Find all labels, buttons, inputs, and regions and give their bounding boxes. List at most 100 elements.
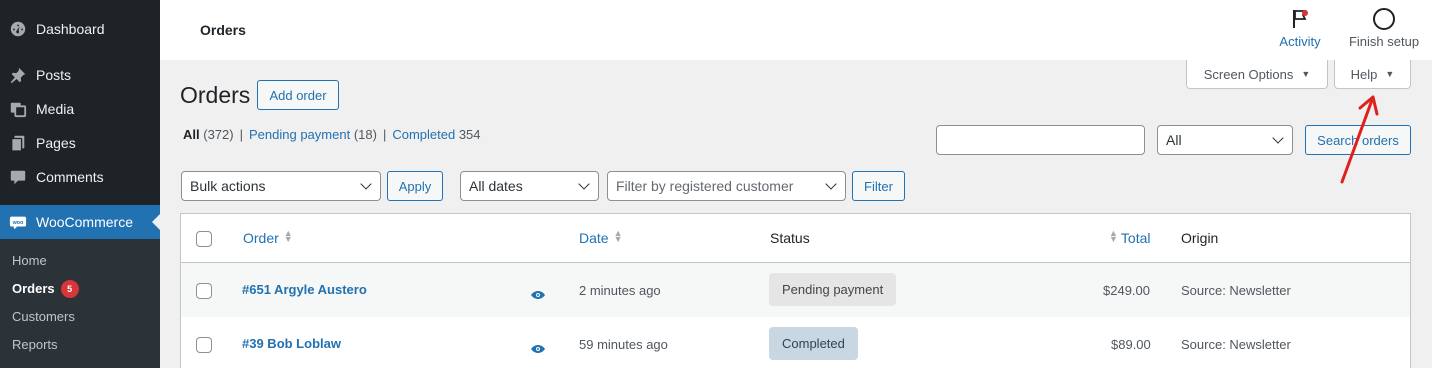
sidebar-item-label: Dashboard	[36, 21, 105, 37]
sidebar-item-woocommerce[interactable]: woo WooCommerce	[0, 205, 160, 239]
view-completed-label: Completed	[392, 127, 456, 142]
caret-down-icon: ▼	[1385, 69, 1395, 79]
activity-label: Activity	[1279, 34, 1321, 49]
date-filter-value: All dates	[469, 178, 523, 194]
notification-dot	[1302, 10, 1308, 16]
chevron-down-icon	[360, 178, 372, 190]
sort-icon: ▲ ▼	[613, 228, 623, 244]
column-origin: Origin	[1181, 230, 1219, 246]
bulk-actions-select[interactable]: Bulk actions	[181, 171, 381, 201]
media-icon	[8, 99, 28, 119]
eye-icon[interactable]	[531, 340, 545, 353]
submenu-item-home[interactable]: Home	[12, 253, 47, 268]
orders-table: Order ▲ ▼ Date ▲ ▼ Status ▲ ▼ Total Origin #65…	[180, 213, 1411, 368]
table-header: Order ▲ ▼ Date ▲ ▼ Status ▲ ▼ Total Origin	[181, 214, 1410, 263]
order-origin: Source: Newsletter	[1181, 337, 1291, 352]
status-badge: Pending payment	[769, 273, 897, 306]
view-completed-count: 354	[458, 127, 481, 142]
select-all-checkbox[interactable]	[196, 231, 212, 247]
row-checkbox[interactable]	[196, 337, 212, 353]
order-total: $89.00	[1111, 337, 1151, 352]
status-badge: Completed	[769, 327, 858, 360]
customer-filter-placeholder: Filter by registered customer	[616, 178, 794, 194]
current-menu-arrow	[152, 214, 160, 230]
filter-button[interactable]: Filter	[852, 171, 905, 201]
view-all-link[interactable]: All (372)	[183, 127, 234, 142]
column-date[interactable]: Date ▲ ▼	[579, 228, 623, 247]
caret-down-icon: ▼	[1301, 69, 1311, 79]
add-order-button[interactable]: Add order	[257, 80, 339, 110]
submenu-item-customers[interactable]: Customers	[12, 309, 75, 324]
comment-icon	[8, 167, 28, 187]
sidebar-item-media[interactable]: Media	[0, 92, 160, 126]
sidebar-item-label: Media	[36, 101, 75, 117]
view-pending-link[interactable]: Pending payment (18)	[249, 127, 377, 142]
order-date: 2 minutes ago	[579, 283, 661, 298]
order-total: $249.00	[1103, 283, 1150, 298]
search-scope-value: All	[1166, 132, 1182, 148]
svg-text:woo: woo	[12, 220, 24, 226]
view-pending-count: (18)	[353, 127, 377, 142]
activity-button[interactable]: Activity	[1270, 8, 1330, 49]
page-title: Orders	[180, 82, 251, 108]
woocommerce-header: Orders Activity Finish setup	[160, 0, 1432, 60]
help-label: Help	[1350, 66, 1378, 82]
sidebar-item-label: Posts	[36, 67, 72, 83]
annotation-arrow-icon	[1340, 95, 1379, 184]
header-title: Orders	[200, 22, 246, 38]
order-link[interactable]: #39 Bob Loblaw	[242, 336, 341, 351]
chevron-down-icon	[1272, 132, 1284, 144]
submenu-item-label: Orders	[12, 281, 55, 296]
view-completed-link[interactable]: Completed 354	[392, 127, 480, 142]
column-total[interactable]: ▲ ▼ Total	[1109, 228, 1151, 247]
table-row[interactable]: #39 Bob Loblaw 59 minutes ago Completed …	[181, 317, 1410, 368]
order-date: 59 minutes ago	[579, 337, 668, 352]
order-link[interactable]: #651 Argyle Austero	[242, 282, 367, 297]
row-checkbox[interactable]	[196, 283, 212, 299]
sidebar-item-pages[interactable]: Pages	[0, 126, 160, 160]
sidebar-item-comments[interactable]: Comments	[0, 160, 160, 194]
chevron-down-icon	[825, 178, 837, 190]
pin-icon	[8, 65, 28, 85]
view-all-label: All	[183, 127, 200, 142]
search-input[interactable]	[936, 125, 1145, 155]
table-row[interactable]: #651 Argyle Austero 2 minutes ago Pendin…	[181, 263, 1410, 317]
flag-icon	[1290, 8, 1310, 30]
screen-options-label: Screen Options	[1203, 66, 1294, 82]
search-scope-select[interactable]: All	[1157, 125, 1293, 155]
submenu-item-reports[interactable]: Reports	[12, 337, 58, 352]
eye-icon[interactable]	[531, 286, 545, 299]
help-button[interactable]: Help ▼	[1334, 60, 1411, 89]
dashboard-icon	[8, 19, 28, 39]
column-status: Status	[770, 230, 810, 246]
sort-icon: ▲ ▼	[1109, 228, 1118, 244]
column-date-label: Date	[579, 230, 609, 246]
column-order[interactable]: Order ▲ ▼	[243, 228, 293, 247]
chevron-down-icon	[578, 178, 590, 190]
finish-setup-button[interactable]: Finish setup	[1340, 8, 1428, 49]
column-total-label: Total	[1120, 230, 1151, 246]
sort-icon: ▲ ▼	[283, 228, 293, 244]
sidebar-item-label: WooCommerce	[36, 214, 133, 230]
orders-count-badge: 5	[60, 280, 79, 298]
woo-icon: woo	[8, 212, 28, 232]
submenu-item-orders[interactable]: Orders 5	[12, 280, 79, 298]
view-all-count: (372)	[203, 127, 234, 142]
woocommerce-submenu: Home Orders 5 Customers Reports	[0, 239, 160, 368]
date-filter-select[interactable]: All dates	[460, 171, 599, 201]
sidebar-item-label: Comments	[36, 169, 104, 185]
separator: |	[239, 127, 243, 142]
finish-setup-label: Finish setup	[1348, 34, 1420, 49]
bulk-actions-value: Bulk actions	[190, 178, 266, 194]
sidebar-item-label: Pages	[36, 135, 76, 151]
apply-button[interactable]: Apply	[387, 171, 443, 201]
progress-ring-icon	[1373, 8, 1395, 30]
order-origin: Source: Newsletter	[1181, 283, 1291, 298]
sidebar-item-posts[interactable]: Posts	[0, 58, 160, 92]
status-views: All (372) | Pending payment (18) | Completed…	[183, 127, 481, 142]
screen-options-button[interactable]: Screen Options ▼	[1186, 60, 1328, 89]
column-order-label: Order	[243, 230, 279, 246]
pages-icon	[8, 133, 28, 153]
sidebar-item-dashboard[interactable]: Dashboard	[0, 12, 160, 46]
customer-filter-select[interactable]: Filter by registered customer	[607, 171, 846, 201]
